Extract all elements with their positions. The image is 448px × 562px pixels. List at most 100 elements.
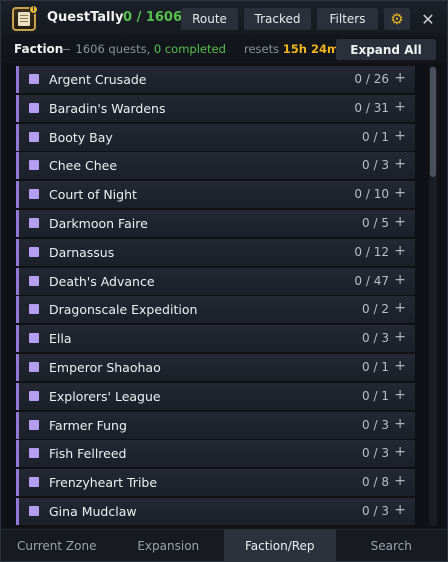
list-header: Faction — 1606 quests, 0 completed resets… [1,36,447,62]
expand-plus-icon[interactable]: + [394,128,406,144]
close-icon[interactable]: ✕ [417,8,439,30]
faction-progress: 0 / 26 [354,72,389,86]
faction-name: Argent Crusade [49,72,147,87]
faction-row[interactable]: Darnassus 0 / 12 + [16,238,415,266]
faction-name: Ella [49,331,72,347]
faction-progress: 0 / 3 [362,331,389,346]
faction-row[interactable]: Darkmoon Faire 0 / 5 + [16,209,415,237]
filters-button[interactable]: Filters [317,8,378,30]
faction-list[interactable]: Argent Crusade 0 / 26 + Baradin's Wardens 0 … [1,63,447,528]
faction-name: Baradin's Wardens [49,100,166,116]
app-title: QuestTally [47,10,124,25]
grouping-label: Faction [14,42,64,56]
faction-row[interactable]: Dragonscale Expedition 0 / 2 + [16,296,415,324]
faction-marker-icon [29,333,39,344]
expand-plus-icon[interactable]: + [394,156,406,172]
route-button[interactable]: Route [181,8,238,30]
faction-progress: 0 / 3 [362,503,389,518]
expand-plus-icon[interactable]: + [394,214,406,230]
alert-badge: ! [29,5,38,14]
tracked-button[interactable]: Tracked [244,8,311,30]
faction-marker-icon [29,74,39,84]
tab-faction-rep[interactable]: Faction/Rep [224,530,336,561]
tab-search[interactable]: Search [336,530,448,561]
faction-progress: 0 / 31 [354,100,389,115]
faction-marker-icon [29,390,39,401]
title-bar[interactable]: ! QuestTally 0 / 1606 Route Tracked Filt… [1,1,447,35]
faction-marker-icon [29,477,39,488]
expand-plus-icon[interactable]: + [394,243,406,259]
faction-progress: 0 / 3 [362,417,389,432]
faction-name: Dragonscale Expedition [49,302,198,318]
faction-progress: 0 / 5 [362,215,389,230]
faction-name: Gina Mudclaw [49,503,137,519]
faction-row[interactable]: Argent Crusade 0 / 26 + [16,66,415,93]
faction-progress: 0 / 1 [362,129,389,144]
expand-plus-icon[interactable]: + [394,70,406,86]
faction-row[interactable]: Death's Advance 0 / 47 + [16,267,415,295]
faction-marker-icon [29,217,39,228]
completed-count: 0 completed [153,42,226,56]
faction-row[interactable]: Court of Night 0 / 10 + [16,181,415,209]
reset-timer: resets 15h 24m [244,42,339,56]
tab-current-zone[interactable]: Current Zone [1,530,113,561]
faction-row[interactable]: Fish Fellreed 0 / 3 + [16,440,415,468]
faction-name: Booty Bay [49,129,113,145]
faction-marker-icon [29,448,39,459]
quest-summary: — 1606 quests, 0 completed [59,42,226,56]
expand-plus-icon[interactable]: + [394,329,406,345]
expand-plus-icon[interactable]: + [394,185,406,201]
faction-progress: 0 / 1 [362,388,389,403]
faction-name: Chee Chee [49,158,118,174]
expand-plus-icon[interactable]: + [394,416,406,432]
faction-name: Fish Fellreed [49,446,127,462]
faction-marker-icon [29,102,39,113]
tab-expansion[interactable]: Expansion [113,530,225,561]
faction-name: Frenzyheart Tribe [49,475,158,491]
faction-row[interactable]: Baradin's Wardens 0 / 31 + [16,94,415,122]
addon-window: ! QuestTally 0 / 1606 Route Tracked Filt… [0,0,448,562]
faction-marker-icon [29,361,39,372]
faction-name: Farmer Fung [49,417,127,433]
faction-name: Court of Night [49,187,137,203]
faction-name: Explorers' League [49,388,161,404]
faction-name: Death's Advance [49,273,155,289]
quest-scroll-icon: ! [12,5,38,31]
faction-list-rows: Argent Crusade 0 / 26 + Baradin's Wardens 0 … [16,66,415,527]
faction-marker-icon [29,160,39,171]
faction-progress: 0 / 47 [354,273,389,288]
faction-marker-icon [29,275,39,286]
faction-progress: 0 / 12 [354,244,389,259]
faction-marker-icon [29,189,39,200]
faction-marker-icon [29,246,39,257]
expand-plus-icon[interactable]: + [394,502,406,518]
expand-plus-icon[interactable]: + [394,300,406,316]
faction-row[interactable]: Explorers' League 0 / 1 + [16,382,415,410]
expand-all-button[interactable]: Expand All [336,39,436,60]
gear-icon[interactable]: ⚙ [384,8,410,30]
faction-name: Darkmoon Faire [49,215,148,231]
scrollbar-thumb[interactable] [430,67,436,177]
expand-plus-icon[interactable]: + [394,473,406,489]
expand-plus-icon[interactable]: + [394,272,406,288]
expand-plus-icon[interactable]: + [394,387,406,403]
faction-marker-icon [29,304,39,315]
faction-marker-icon [29,131,39,142]
faction-progress: 0 / 3 [362,446,389,461]
separator-dash: — [59,42,71,56]
faction-row[interactable]: Gina Mudclaw 0 / 3 + [16,497,415,525]
faction-row[interactable]: Ella 0 / 3 + [16,325,415,353]
expand-plus-icon[interactable]: + [394,358,406,374]
faction-row[interactable]: Booty Bay 0 / 1 + [16,123,415,151]
faction-progress: 0 / 1 [362,359,389,374]
faction-row[interactable]: Farmer Fung 0 / 3 + [16,411,415,439]
faction-name: Darnassus [49,244,115,260]
expand-plus-icon[interactable]: + [394,99,406,115]
faction-row[interactable]: Frenzyheart Tribe 0 / 8 + [16,469,415,497]
faction-row[interactable]: Chee Chee 0 / 3 + [16,152,415,180]
expand-plus-icon[interactable]: + [394,444,406,460]
faction-name: Emperor Shaohao [49,359,161,375]
faction-progress: 0 / 2 [362,302,389,317]
faction-marker-icon [29,505,39,516]
faction-row[interactable]: Emperor Shaohao 0 / 1 + [16,353,415,381]
